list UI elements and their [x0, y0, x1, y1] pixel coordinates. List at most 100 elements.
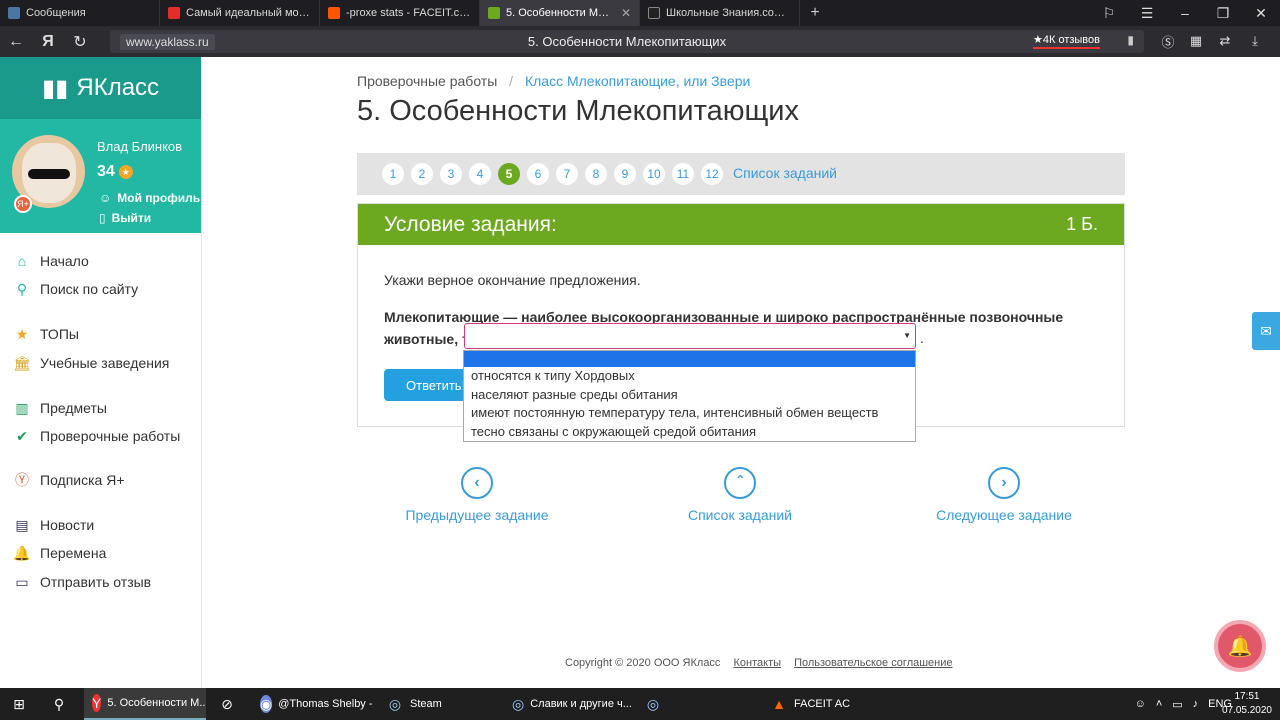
sidebar-item-break[interactable]: 🔔 Перемена [13, 545, 107, 562]
dropdown-option[interactable]: тесно связаны с окружающей средой обитан… [464, 423, 915, 442]
yandex-icon[interactable]: Я [32, 26, 64, 57]
taskbar-item-label: 5. Особенности М... [107, 697, 206, 709]
profile-link[interactable]: ☺ Мой профиль [99, 191, 200, 205]
page-button-11[interactable]: 11 [672, 163, 694, 185]
sidebar-item-tops[interactable]: ★ ТОПы [14, 326, 79, 343]
page-button-4[interactable]: 4 [469, 163, 491, 185]
taskbar-item-label: FACEIT AC [794, 698, 851, 710]
menu-icon[interactable]: ☰ [1128, 0, 1166, 26]
breadcrumb: Проверочные работы / Класс Млекопитающие… [357, 73, 750, 89]
bookmarks-icon[interactable]: ⚐ [1090, 0, 1128, 26]
task-card-header: Условие задания: 1 Б. [358, 204, 1124, 245]
logo[interactable]: ▮▮ ЯКласс [0, 57, 201, 119]
footer-terms-link[interactable]: Пользовательское соглашение [794, 657, 952, 669]
answer-dropdown-list: относятся к типу Хордовых населяют разны… [463, 350, 916, 442]
volume-icon[interactable]: ♪ [1193, 698, 1199, 710]
page-button-6[interactable]: 6 [527, 163, 549, 185]
profile-panel: Я+ Влад Блинков 34 ★ ☺ Мой профиль ▯ Вый… [0, 119, 201, 233]
dropdown-option-empty-selected[interactable] [464, 351, 915, 367]
dropdown-option[interactable]: имеют постоянную температуру тела, интен… [464, 404, 915, 423]
prev-task-label: Предыдущее задание [405, 507, 549, 523]
tab-title: Сообщения [26, 7, 86, 19]
sidebar-item-search[interactable]: ⚲ Поиск по сайту [14, 281, 139, 298]
prev-task-link[interactable]: ‹ Предыдущее задание [377, 467, 577, 523]
new-tab-button[interactable]: + [800, 0, 830, 26]
task-list-nav-link[interactable]: ˆ Список заданий [640, 467, 840, 523]
taskbar-item-steam-chat[interactable]: ◎ Славик и другие ч... [504, 688, 634, 720]
dropdown-option[interactable]: относятся к типу Хордовых [464, 367, 915, 386]
minimize-icon[interactable]: – [1166, 0, 1204, 26]
browser-tab[interactable]: Школьные Знания.com - Р [640, 0, 800, 26]
page-button-1[interactable]: 1 [382, 163, 404, 185]
taskbar-item-label: Steam [410, 698, 442, 710]
back-icon[interactable]: ← [0, 26, 32, 57]
browser-tab-active[interactable]: 5. Особенности Млекоп ✕ [480, 0, 640, 26]
chevron-up-icon[interactable]: ˄ [1156, 698, 1162, 710]
start-button[interactable]: ⊞ [0, 688, 38, 720]
browser-tab[interactable]: Сообщения [0, 0, 160, 26]
sidebar-item-schools[interactable]: 🏛 Учебные заведения [13, 355, 170, 372]
task-points: 1 Б. [1066, 214, 1098, 234]
taskbar-item-steam-2[interactable]: ◎ [636, 688, 758, 720]
page-button-7[interactable]: 7 [556, 163, 578, 185]
footer-contacts-link[interactable]: Контакты [734, 657, 782, 669]
answer-select[interactable]: ▼ [464, 323, 916, 349]
sidebar-item-label: Начало [40, 253, 89, 269]
next-task-label: Следующее задание [936, 507, 1072, 523]
reviews-badge[interactable]: ★4К отзывов [1033, 33, 1100, 49]
reload-icon[interactable]: ↻ [64, 26, 96, 57]
sidebar-item-news[interactable]: ▤ Новости [14, 517, 94, 534]
restore-icon[interactable]: ❐ [1204, 0, 1242, 26]
sunglasses-image [28, 169, 70, 179]
translate-icon[interactable]: ⇄ [1214, 30, 1236, 52]
browser-tab[interactable]: -proxe stats - FACEIT.com [320, 0, 480, 26]
breadcrumb-separator: / [509, 73, 514, 89]
page-button-3[interactable]: 3 [440, 163, 462, 185]
page-button-12[interactable]: 12 [701, 163, 723, 185]
sidebar-item-feedback[interactable]: ▭ Отправить отзыв [14, 574, 151, 591]
sidebar-item-label: Учебные заведения [40, 355, 170, 371]
next-task-link[interactable]: › Следующее задание [904, 467, 1104, 523]
task-list-link[interactable]: Список заданий [733, 165, 837, 181]
sidebar-item-subjects[interactable]: ▥ Предметы [14, 400, 107, 417]
sidebar-item-label: Поиск по сайту [40, 281, 139, 297]
close-icon[interactable]: ✕ [621, 6, 631, 20]
sidebar-item-home[interactable]: ⌂ Начало [14, 253, 89, 269]
close-icon[interactable]: ✕ [1242, 0, 1280, 26]
taskbar-item-discord[interactable]: ◉ @Thomas Shelby - ... [252, 688, 374, 720]
windows-taskbar: ⊞ ⚲ Y 5. Особенности М... ⊘ ◉ @Thomas Sh… [0, 688, 1280, 720]
sidebar-item-label: Подписка Я+ [40, 472, 125, 488]
download-icon[interactable]: ⤓ [1244, 30, 1266, 52]
taskbar-item-browser[interactable]: Y 5. Особенности М... [84, 688, 206, 720]
people-icon[interactable]: ☺ [1135, 698, 1146, 710]
bookmark-icon[interactable]: ▮ [1127, 33, 1134, 47]
sidebar-item-label: Перемена [40, 545, 107, 561]
page-button-2[interactable]: 2 [411, 163, 433, 185]
notification-bell-icon[interactable]: 🔔 [1214, 620, 1266, 672]
sidebar-item-tests[interactable]: ✔ Проверочные работы [14, 428, 180, 445]
page-button-9[interactable]: 9 [614, 163, 636, 185]
browser-tab[interactable]: Самый идеальный момент [160, 0, 320, 26]
page-button-8[interactable]: 8 [585, 163, 607, 185]
logout-icon: ▯ [99, 211, 106, 225]
taskbar-item-app[interactable]: ⊘ [210, 688, 248, 720]
footer-copyright: Copyright © 2020 ООО ЯКласс [565, 657, 721, 669]
breadcrumb-root[interactable]: Проверочные работы [357, 73, 497, 89]
vk-icon [8, 7, 20, 19]
points-counter: 34 ★ [97, 163, 133, 181]
breadcrumb-current[interactable]: Класс Млекопитающие, или Звери [525, 73, 750, 89]
url-field[interactable]: www.yaklass.ru 5. Особенности Млекопитаю… [110, 30, 1144, 53]
network-icon[interactable]: ▭ [1172, 698, 1182, 711]
skype-icon[interactable]: Ⓢ [1157, 30, 1179, 52]
taskbar-item-steam[interactable]: ◎ Steam [378, 688, 500, 720]
system-clock[interactable]: 17:51 07.05.2020 [1222, 690, 1272, 718]
page-button-10[interactable]: 10 [643, 163, 665, 185]
sidebar-item-subscription[interactable]: Ⓨ Подписка Я+ [14, 472, 125, 488]
dropdown-option[interactable]: населяют разные среды обитания [464, 386, 915, 405]
mail-icon[interactable]: ✉ [1252, 312, 1280, 350]
logout-link[interactable]: ▯ Выйти [99, 211, 151, 225]
taskbar-item-faceit[interactable]: ▲ FACEIT AC [762, 688, 884, 720]
page-button-5-active[interactable]: 5 [498, 163, 520, 185]
calendar-icon[interactable]: ▦ [1185, 30, 1207, 52]
search-button[interactable]: ⚲ [40, 688, 78, 720]
